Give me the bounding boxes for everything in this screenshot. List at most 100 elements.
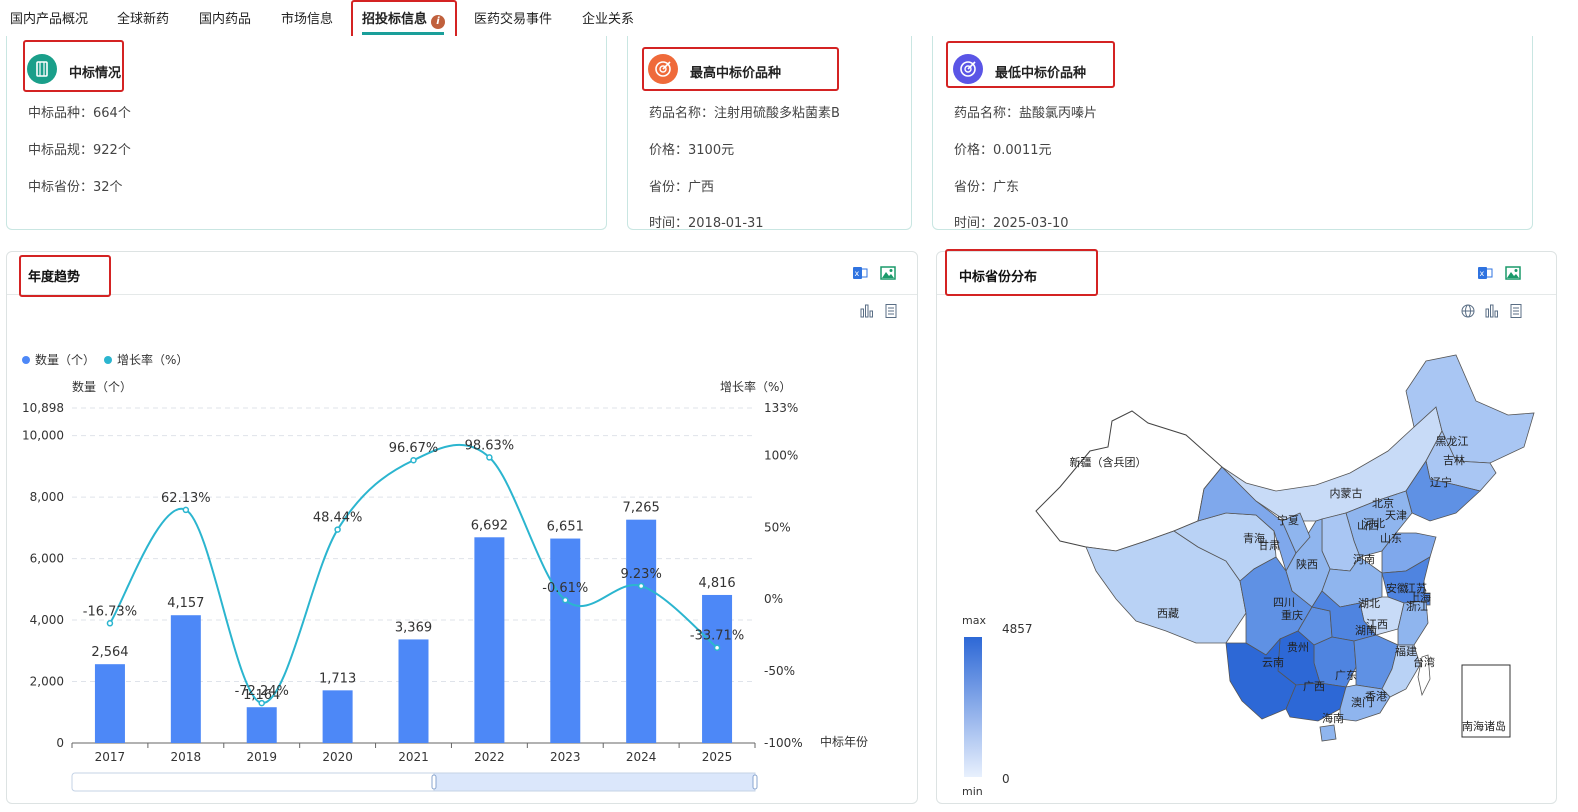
left-tick-label: 6,000 bbox=[30, 552, 64, 566]
province-label: 江西 bbox=[1366, 618, 1388, 631]
growth-point-2024 bbox=[637, 582, 645, 590]
province-label: 山西 bbox=[1357, 519, 1379, 532]
x-tick-label: 2017 bbox=[95, 750, 126, 764]
left-axis-title: 数量（个） bbox=[72, 379, 132, 394]
province-label: 新疆（含兵团） bbox=[1070, 455, 1147, 469]
legend-label: 数量（个） bbox=[35, 352, 95, 367]
growth-value-label: 62.13% bbox=[161, 491, 211, 506]
province-label: 内蒙古 bbox=[1330, 486, 1363, 500]
card-line: 价格：0.0011元 bbox=[954, 143, 1052, 158]
china-map: 新疆（含兵团）西藏青海甘肃宁夏内蒙古黑龙江吉林辽宁北京天津河北山西山东陕西 河南四… bbox=[962, 354, 1535, 798]
growth-point-2019 bbox=[258, 699, 265, 707]
right-tick-label: 50% bbox=[764, 520, 791, 534]
bar-2023 bbox=[550, 538, 581, 743]
right-tick-label: -100% bbox=[764, 736, 803, 750]
scale-max-label: max bbox=[962, 614, 986, 627]
growth-value-label: 48.44% bbox=[313, 511, 363, 526]
bar-2025 bbox=[702, 594, 733, 743]
right-tick-label: 0% bbox=[764, 592, 783, 606]
left-tick-label: 10,000 bbox=[22, 429, 64, 443]
left-tick-label: 8,000 bbox=[30, 490, 64, 504]
left-tick-label: 2,000 bbox=[30, 675, 64, 689]
growth-point-2020 bbox=[334, 526, 341, 533]
province-label: 宁夏 bbox=[1277, 513, 1299, 527]
province-label: 贵州 bbox=[1287, 641, 1309, 654]
bar-value-label: 2,564 bbox=[91, 645, 128, 660]
growth-point-2018 bbox=[182, 506, 190, 514]
bar-value-label: 7,265 bbox=[623, 501, 660, 516]
province-label: 南海诸岛 bbox=[1462, 719, 1506, 733]
bar-2024 bbox=[626, 519, 657, 743]
bar-value-label: 6,651 bbox=[547, 520, 584, 535]
bar-value-label: 4,157 bbox=[167, 596, 204, 611]
growth-value-label: -33.71% bbox=[690, 629, 744, 644]
x-tick-label: 2022 bbox=[474, 750, 505, 764]
bar-2018 bbox=[170, 615, 201, 743]
data-zoom-handle-right[interactable] bbox=[752, 774, 758, 790]
card-line: 省份：广东 bbox=[954, 180, 1020, 195]
left-tick-label: 10,898 bbox=[22, 401, 64, 415]
bar-value-label: 1,713 bbox=[319, 671, 356, 686]
province-label: 四川 bbox=[1273, 596, 1295, 609]
right-tick-label: -50% bbox=[764, 664, 795, 678]
x-tick-label: 2019 bbox=[246, 750, 277, 764]
province-label: 陕西 bbox=[1296, 557, 1318, 571]
x-tick-label: 2025 bbox=[702, 750, 733, 764]
province-label: 湖北 bbox=[1358, 597, 1380, 610]
province-label: 广西 bbox=[1303, 680, 1325, 693]
growth-point-2022 bbox=[486, 454, 493, 461]
province-label: 河南 bbox=[1353, 553, 1375, 566]
growth-point-2023 bbox=[562, 596, 569, 604]
legend-marker-count bbox=[22, 356, 30, 364]
right-tick-label: 100% bbox=[764, 448, 798, 462]
bar-2017 bbox=[94, 664, 125, 743]
growth-point-2025 bbox=[713, 644, 721, 651]
province-label: 台湾 bbox=[1413, 655, 1435, 669]
province-label: 重庆 bbox=[1281, 608, 1303, 622]
province-label: 吉林 bbox=[1443, 453, 1465, 467]
trend-chart: 数量（个） 增长率（%） 数量（个） 增长率（%） 中标年份 0 2,000 4,000 6,0… bbox=[22, 352, 868, 792]
province-label: 北京 bbox=[1372, 496, 1394, 510]
bar-2022 bbox=[474, 537, 505, 743]
x-axis-title: 中标年份 bbox=[820, 734, 868, 749]
bar-value-label: 3,369 bbox=[395, 620, 432, 635]
bar-value-label: 6,692 bbox=[471, 518, 508, 533]
visual-map-scale[interactable] bbox=[964, 637, 982, 777]
legend-marker-growth bbox=[104, 356, 112, 364]
bar-2021 bbox=[398, 639, 429, 743]
bar-value-label: 4,816 bbox=[698, 576, 735, 591]
growth-point-2021 bbox=[410, 456, 417, 464]
bar-2019 bbox=[246, 707, 277, 743]
scale-max-value: 4857 bbox=[1002, 622, 1033, 636]
left-tick-label: 0 bbox=[56, 736, 64, 750]
x-tick-label: 2023 bbox=[550, 750, 581, 764]
province-label: 广东 bbox=[1335, 669, 1357, 682]
province-label: 天津 bbox=[1385, 509, 1407, 522]
scale-min-label: min bbox=[962, 785, 983, 798]
province-label: 海南 bbox=[1322, 711, 1344, 725]
province-label: 澳门 bbox=[1351, 695, 1373, 709]
left-tick-label: 4,000 bbox=[30, 613, 64, 627]
province-label: 黑龙江 bbox=[1436, 435, 1469, 448]
x-tick-label: 2024 bbox=[626, 750, 657, 764]
data-zoom-handle-left[interactable] bbox=[431, 774, 437, 790]
province-label: 西藏 bbox=[1157, 607, 1179, 620]
map-regions bbox=[1035, 354, 1535, 742]
x-tick-label: 2021 bbox=[398, 750, 429, 764]
legend-label: 增长率（%） bbox=[117, 352, 188, 367]
right-tick-label: 133% bbox=[764, 401, 798, 415]
growth-value-label: -16.73% bbox=[83, 604, 137, 619]
growth-value-label: -0.61% bbox=[542, 581, 588, 596]
right-axis-title: 增长率（%） bbox=[720, 379, 791, 394]
data-zoom-selection[interactable] bbox=[433, 772, 756, 792]
region-hainan[interactable] bbox=[1319, 724, 1337, 742]
province-label: 浙江 bbox=[1406, 600, 1428, 613]
x-tick-label: 2020 bbox=[322, 750, 353, 764]
highlight-box-lowest bbox=[946, 41, 1115, 88]
card-line: 时间：2025-03-10 bbox=[954, 216, 1069, 231]
growth-value-label: 96.67% bbox=[389, 441, 439, 456]
bar-2020 bbox=[322, 690, 353, 743]
card-line: 药品名称：盐酸氯丙嗪片 bbox=[954, 106, 1098, 121]
x-tick-label: 2018 bbox=[171, 750, 202, 764]
growth-value-label: -72.24% bbox=[235, 684, 289, 699]
